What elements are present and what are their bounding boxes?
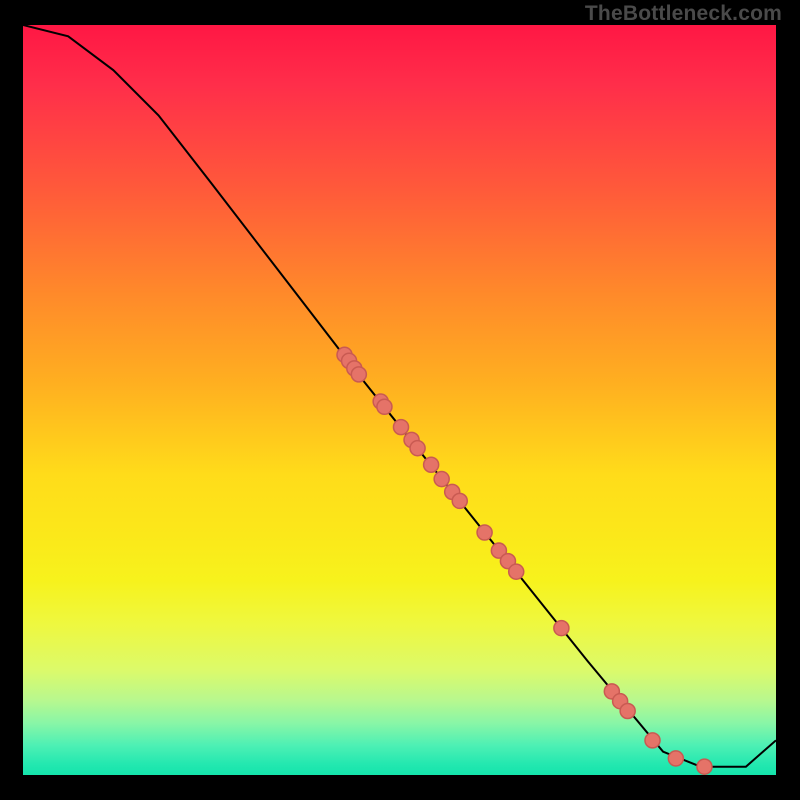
data-point: [410, 441, 425, 456]
data-point: [620, 703, 635, 718]
data-point: [554, 621, 569, 636]
plot-area: [23, 25, 776, 775]
data-point: [668, 751, 683, 766]
data-point: [424, 457, 439, 472]
data-point: [434, 472, 449, 487]
data-point: [351, 367, 366, 382]
data-point: [697, 759, 712, 774]
bottleneck-curve: [23, 25, 776, 767]
data-point: [645, 733, 660, 748]
data-point: [452, 493, 467, 508]
data-point: [393, 420, 408, 435]
chart-svg: [23, 25, 776, 778]
data-points: [337, 347, 712, 774]
data-point: [509, 564, 524, 579]
data-point: [477, 525, 492, 540]
data-point: [377, 399, 392, 414]
chart-stage: TheBottleneck.com: [0, 0, 800, 800]
watermark-text: TheBottleneck.com: [585, 2, 782, 26]
